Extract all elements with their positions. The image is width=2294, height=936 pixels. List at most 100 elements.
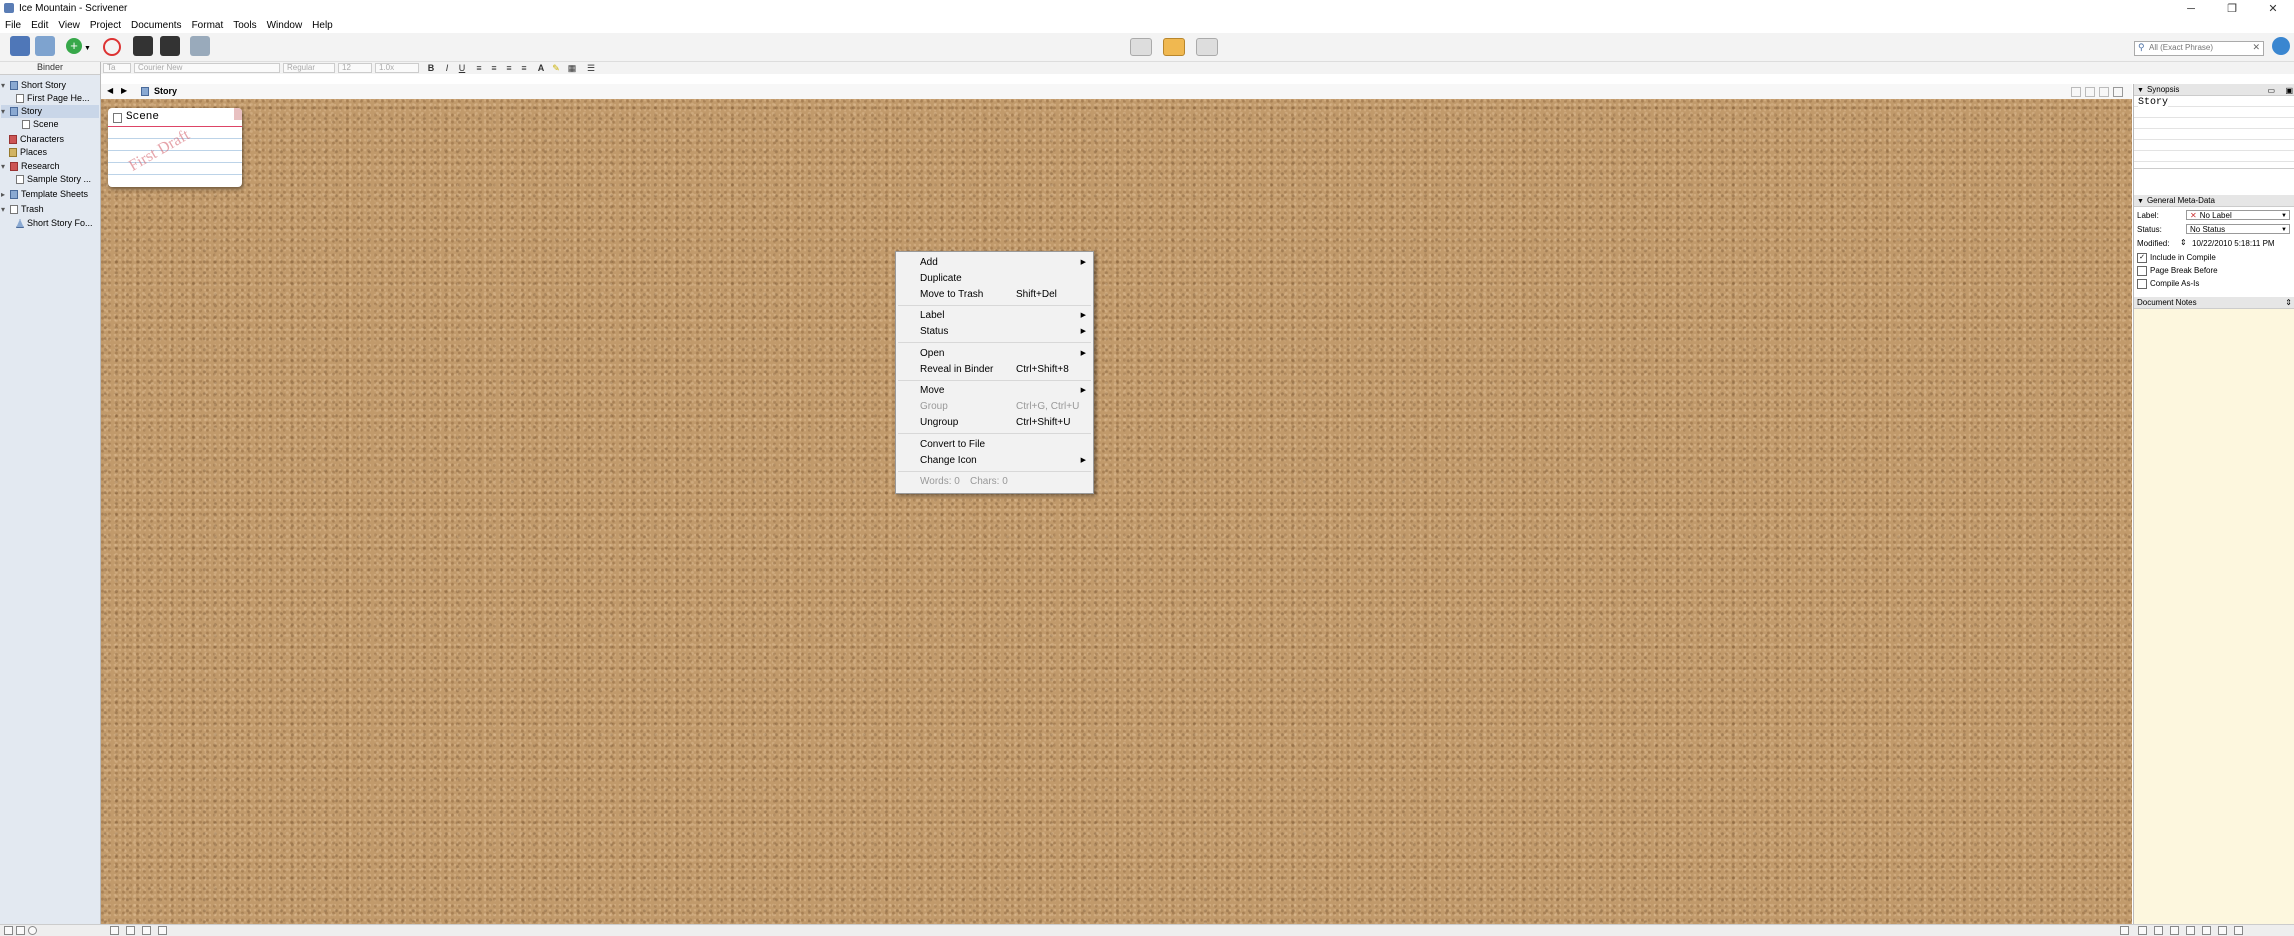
back-icon[interactable]: ◀ bbox=[107, 86, 113, 95]
synopsis-area[interactable]: Story bbox=[2134, 96, 2294, 169]
page-break-before-checkbox[interactable] bbox=[2137, 266, 2147, 276]
quickref-icon[interactable] bbox=[190, 36, 210, 56]
binder-item-story[interactable]: ▾ Story bbox=[1, 105, 99, 118]
chevron-down-icon[interactable]: ▼ bbox=[84, 45, 91, 52]
binder-item-short-story-format[interactable]: Short Story Fo... bbox=[16, 217, 93, 230]
notes-select-icon[interactable]: ⇕ bbox=[2285, 297, 2292, 308]
card-title[interactable]: Scene bbox=[126, 111, 159, 123]
menu-item-change-icon[interactable]: Change Icon ▶ bbox=[896, 453, 1093, 468]
binder-item-short-story[interactable]: ▾ Short Story bbox=[1, 79, 66, 92]
align-center-icon[interactable]: ≡ bbox=[489, 63, 499, 73]
settings-icon[interactable] bbox=[28, 926, 37, 935]
binder-item-places[interactable]: Places bbox=[9, 146, 47, 159]
date-toggle-icon[interactable]: ⇕ bbox=[2180, 238, 2187, 247]
compile-icon[interactable] bbox=[133, 36, 153, 56]
disclosure-icon[interactable]: ▼ bbox=[2137, 87, 2144, 94]
keywords-tab-icon[interactable] bbox=[2170, 926, 2179, 935]
font-select[interactable]: Courier New bbox=[134, 63, 280, 73]
cork-options-icon[interactable] bbox=[110, 926, 119, 935]
menu-item-duplicate[interactable]: Duplicate bbox=[896, 271, 1093, 286]
disclosure-icon[interactable]: ▾ bbox=[1, 105, 9, 118]
search-input[interactable] bbox=[2149, 42, 2245, 53]
cork-arrange-icon[interactable] bbox=[158, 926, 167, 935]
binder-toggle-icon[interactable] bbox=[10, 36, 30, 56]
open-folder-icon[interactable] bbox=[35, 36, 55, 56]
synopsis-header[interactable]: ▼ Synopsis ▭ ▣ bbox=[2134, 84, 2294, 96]
binder-item-trash[interactable]: ▾ Trash bbox=[1, 203, 44, 216]
page-break-before-row[interactable]: Page Break Before bbox=[2137, 266, 2218, 276]
references-tab-icon[interactable] bbox=[2154, 926, 2163, 935]
menu-item-convert-to-file[interactable]: Convert to File bbox=[896, 437, 1093, 452]
menu-help[interactable]: Help bbox=[307, 20, 338, 31]
snapshots-tab-icon[interactable] bbox=[2202, 926, 2211, 935]
binder-item-scene[interactable]: Scene bbox=[22, 118, 59, 131]
menu-tools[interactable]: Tools bbox=[228, 20, 261, 31]
binder-item-research[interactable]: ▾ Research bbox=[1, 160, 60, 173]
menu-format[interactable]: Format bbox=[187, 20, 229, 31]
highlight-icon[interactable]: ✎ bbox=[551, 63, 561, 73]
scrivenings-view-icon[interactable] bbox=[1130, 38, 1152, 56]
custom-metadata-tab-icon[interactable] bbox=[2186, 926, 2195, 935]
underline-icon[interactable]: U bbox=[457, 63, 467, 73]
italic-icon[interactable]: I bbox=[442, 63, 452, 73]
binder-item-characters[interactable]: Characters bbox=[9, 133, 64, 146]
compile-as-is-checkbox[interactable] bbox=[2137, 279, 2147, 289]
menu-edit[interactable]: Edit bbox=[26, 20, 53, 31]
lock-inspector-icon[interactable] bbox=[2234, 926, 2243, 935]
restore-button[interactable]: ❐ bbox=[2213, 0, 2251, 17]
list-icon[interactable]: ☰ bbox=[586, 63, 596, 73]
menu-project[interactable]: Project bbox=[85, 20, 126, 31]
close-button[interactable]: ✕ bbox=[2254, 0, 2292, 17]
add-item-icon[interactable] bbox=[4, 926, 13, 935]
document-notes-area[interactable] bbox=[2134, 309, 2294, 924]
split-view-icon[interactable] bbox=[2120, 926, 2129, 935]
image-toggle-icon[interactable]: ▣ bbox=[2285, 85, 2293, 96]
weight-select[interactable]: Regular bbox=[283, 63, 335, 73]
forward-icon[interactable]: ▶ bbox=[121, 86, 127, 95]
lock-icon[interactable] bbox=[2099, 87, 2109, 97]
style-select[interactable]: Ta bbox=[103, 63, 131, 73]
include-in-compile-row[interactable]: ✓ Include in Compile bbox=[2137, 253, 2216, 263]
cork-settings-icon[interactable] bbox=[142, 926, 151, 935]
menu-item-ungroup[interactable]: Ungroup Ctrl+Shift+U bbox=[896, 415, 1093, 430]
bookmark-icon[interactable] bbox=[2071, 87, 2081, 97]
composition-icon[interactable] bbox=[160, 36, 180, 56]
menu-item-move[interactable]: Move ▶ bbox=[896, 383, 1093, 398]
line-spacing-select[interactable]: 1.0x bbox=[375, 63, 419, 73]
label-select[interactable]: ✕ No Label ▼ bbox=[2186, 210, 2290, 220]
menu-item-label-submenu[interactable]: Label ▶ bbox=[896, 308, 1093, 323]
align-right-icon[interactable]: ≡ bbox=[504, 63, 514, 73]
menu-documents[interactable]: Documents bbox=[126, 20, 187, 31]
binder-item-template-sheets[interactable]: ▸ Template Sheets bbox=[1, 188, 88, 201]
binder-item-first-page[interactable]: First Page He... bbox=[16, 92, 90, 105]
inspector-toggle-icon[interactable] bbox=[2272, 37, 2290, 55]
document-notes-header[interactable]: Document Notes ⇕ bbox=[2134, 297, 2294, 309]
font-size-select[interactable]: 12 bbox=[338, 63, 372, 73]
disclosure-icon[interactable]: ▸ bbox=[1, 188, 9, 201]
align-left-icon[interactable]: ≡ bbox=[474, 63, 484, 73]
minimize-button[interactable]: ─ bbox=[2172, 0, 2210, 17]
clear-search-icon[interactable]: ✕ bbox=[2252, 42, 2260, 53]
split-icon[interactable] bbox=[2113, 87, 2123, 97]
index-card[interactable]: Scene First Draft bbox=[108, 108, 242, 187]
menu-item-status[interactable]: Status ▶ bbox=[896, 324, 1093, 339]
disclosure-icon[interactable]: ▼ bbox=[2137, 198, 2144, 205]
compile-as-is-row[interactable]: Compile As-Is bbox=[2137, 279, 2199, 289]
binder-item-sample-story[interactable]: Sample Story ... bbox=[16, 173, 91, 186]
status-select[interactable]: No Status ▼ bbox=[2186, 224, 2290, 234]
synopsis-title[interactable]: Story bbox=[2138, 97, 2169, 108]
synopsis-toggle-icon[interactable]: ▭ bbox=[2267, 85, 2275, 96]
menu-file[interactable]: File bbox=[0, 20, 26, 31]
outliner-view-icon[interactable] bbox=[1196, 38, 1218, 56]
menu-item-add[interactable]: Add ▶ bbox=[896, 255, 1093, 270]
comments-tab-icon[interactable] bbox=[2218, 926, 2227, 935]
menu-item-move-to-trash[interactable]: Move to Trash Shift+Del bbox=[896, 287, 1093, 302]
menu-item-reveal-in-binder[interactable]: Reveal in Binder Ctrl+Shift+8 bbox=[896, 362, 1093, 377]
sync-icon[interactable] bbox=[2085, 87, 2095, 97]
notes-tab-icon[interactable] bbox=[2138, 926, 2147, 935]
text-color-icon[interactable]: A bbox=[536, 63, 546, 73]
delete-icon[interactable] bbox=[103, 38, 121, 56]
corkboard[interactable] bbox=[101, 99, 2132, 924]
add-icon[interactable]: + bbox=[66, 38, 82, 54]
menu-view[interactable]: View bbox=[53, 20, 85, 31]
